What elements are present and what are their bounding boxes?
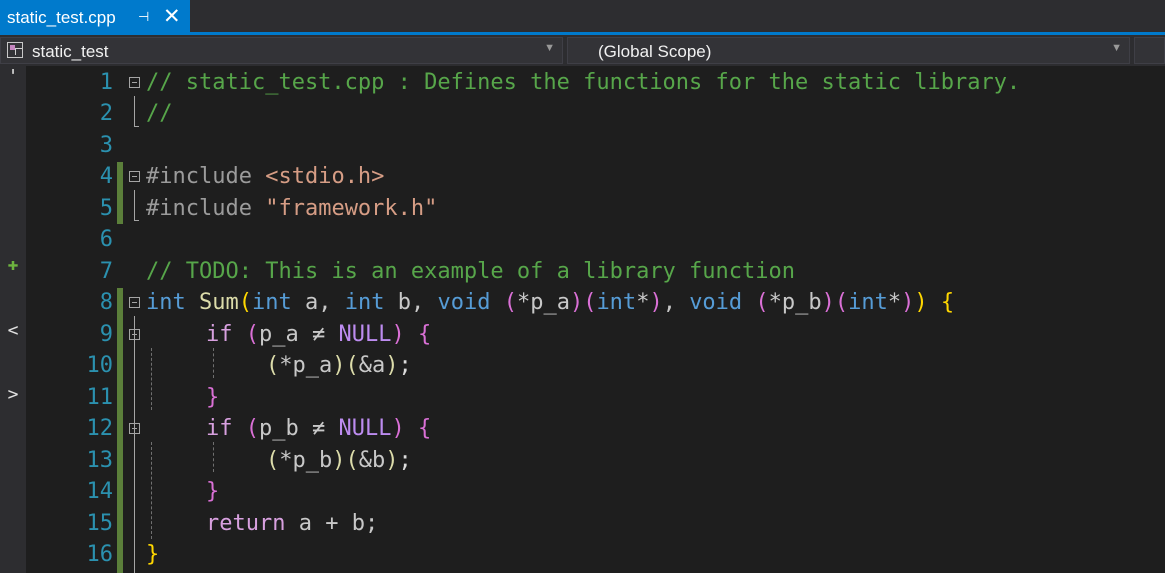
line-number: 6 <box>99 227 113 252</box>
code-text: } <box>206 479 220 504</box>
line-number: 8 <box>99 290 113 315</box>
code-line[interactable]: 10 (*p_a)(&a); <box>26 351 1165 382</box>
navigation-bar: static_test ▼ (Global Scope) ▼ <box>0 35 1165 66</box>
collapse-icon[interactable] <box>129 171 140 182</box>
close-icon[interactable]: ✕ <box>163 4 181 29</box>
tab-title[interactable]: static_test.cpp <box>7 8 116 28</box>
code-text: // <box>146 101 173 126</box>
code-line[interactable]: 3 <box>26 131 1165 162</box>
collapse-icon[interactable]: < <box>0 320 26 341</box>
line-number: 9 <box>99 322 113 347</box>
scope-name: (Global Scope) <box>598 42 712 61</box>
code-line[interactable]: 11 } <box>26 383 1165 414</box>
line-number: 13 <box>86 448 114 473</box>
collapse-icon[interactable] <box>129 297 140 308</box>
code-text: #include <stdio.h> <box>146 164 385 189</box>
chevron-down-icon[interactable]: ▼ <box>544 42 555 54</box>
margin-marker: ' <box>7 66 19 87</box>
chevron-down-icon[interactable]: ▼ <box>1111 42 1122 54</box>
add-icon[interactable]: ✚ <box>0 254 26 275</box>
code-text: (*p_b)(&b); <box>266 448 412 473</box>
indicator-margin: ' ✚ < > <box>0 66 26 573</box>
code-text: (*p_a)(&a); <box>266 353 412 378</box>
line-number: 12 <box>86 416 114 441</box>
code-line[interactable]: 1 // static_test.cpp : Defines the funct… <box>26 68 1165 99</box>
code-text: } <box>146 542 160 567</box>
line-number: 16 <box>86 542 114 567</box>
scope-dropdown[interactable]: (Global Scope) ▼ <box>567 37 1130 64</box>
collapse-icon[interactable] <box>129 423 140 434</box>
code-text: #include "framework.h" <box>146 196 438 221</box>
code-text: // TODO: This is an example of a library… <box>146 259 796 284</box>
line-number: 15 <box>86 511 114 536</box>
code-text: } <box>206 385 220 410</box>
code-line[interactable]: 12 if (p_b ≠ NULL) { <box>26 414 1165 445</box>
line-number: 14 <box>86 479 114 504</box>
code-line[interactable]: 2 // <box>26 99 1165 130</box>
code-line[interactable]: 16 } <box>26 540 1165 571</box>
code-line[interactable]: 5 #include "framework.h" <box>26 194 1165 225</box>
code-line[interactable]: 7 // TODO: This is an example of a libra… <box>26 257 1165 288</box>
code-line[interactable]: 8 int Sum(int a, int b, void (*p_a)(int*… <box>26 288 1165 319</box>
code-line[interactable]: 13 (*p_b)(&b); <box>26 446 1165 477</box>
line-number: 10 <box>86 353 114 378</box>
line-number: 11 <box>86 385 114 410</box>
code-text: int Sum(int a, int b, void (*p_a)(int*),… <box>146 290 955 315</box>
expand-icon[interactable]: > <box>0 384 26 405</box>
tab-strip: static_test.cpp ⊣ ✕ <box>0 0 1165 35</box>
code-text: if (p_a ≠ NULL) { <box>206 322 432 347</box>
code-line[interactable]: 6 <box>26 225 1165 256</box>
collapse-icon[interactable] <box>129 77 140 88</box>
code-text: if (p_b ≠ NULL) { <box>206 416 432 441</box>
code-text: return a + b; <box>206 511 379 536</box>
code-text: // static_test.cpp : Defines the functio… <box>146 70 1021 95</box>
member-dropdown[interactable] <box>1134 37 1165 64</box>
project-name: static_test <box>32 42 109 61</box>
line-number: 5 <box>99 196 113 221</box>
project-icon <box>7 42 23 58</box>
code-line[interactable]: 9 if (p_a ≠ NULL) { <box>26 320 1165 351</box>
code-line[interactable]: 15 return a + b; <box>26 509 1165 540</box>
line-number: 2 <box>99 101 113 126</box>
line-number: 3 <box>99 133 113 158</box>
document-tab[interactable]: static_test.cpp ⊣ ✕ <box>0 0 190 32</box>
code-editor[interactable]: ' ✚ < > 1 // static_test.cpp : Defines t… <box>0 66 1165 573</box>
line-number: 7 <box>99 259 113 284</box>
project-dropdown[interactable]: static_test ▼ <box>0 37 563 64</box>
line-number: 1 <box>99 70 113 95</box>
code-line[interactable]: 14 } <box>26 477 1165 508</box>
line-number: 4 <box>99 164 113 189</box>
pin-icon[interactable]: ⊣ <box>138 9 149 25</box>
code-line[interactable]: 4 #include <stdio.h> <box>26 162 1165 193</box>
collapse-icon[interactable] <box>129 329 140 340</box>
